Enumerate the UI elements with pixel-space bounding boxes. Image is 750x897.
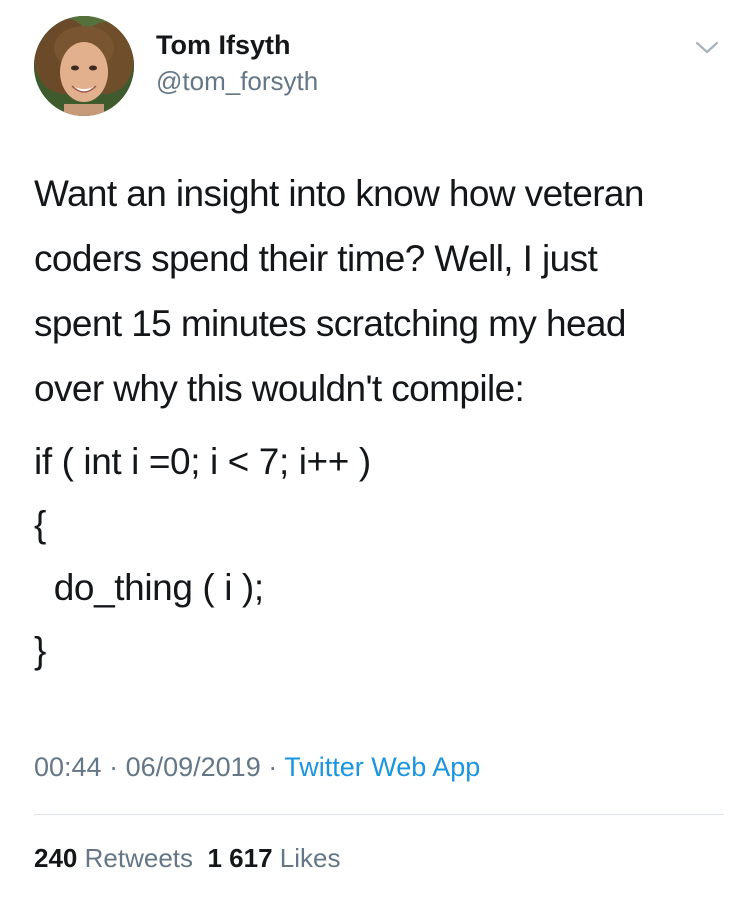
retweets-count: 240 (34, 843, 78, 873)
more-options-button[interactable] (690, 30, 724, 64)
retweets-stat[interactable]: 240 Retweets (34, 843, 193, 873)
meta-separator: · (260, 752, 285, 782)
tweet-text: Want an insight into know how veteran co… (34, 161, 724, 421)
divider (34, 814, 724, 815)
tweet-source-link[interactable]: Twitter Web App (284, 752, 480, 782)
tweet-text-line: coders spend their time? Well, I just (34, 238, 598, 279)
tweet-date[interactable]: 06/09/2019 (126, 752, 261, 782)
avatar[interactable] (34, 16, 134, 116)
code-line: do_thing ( i ); (34, 567, 264, 608)
profile-photo (34, 16, 134, 116)
tweet-timestamp[interactable]: 00:44 (34, 752, 102, 782)
retweets-label: Retweets (84, 843, 194, 873)
chevron-down-icon (695, 41, 719, 54)
tweet-stats: 240 Retweets 1 617 Likes (34, 840, 340, 876)
code-line: if ( int i =0; i < 7; i++ ) (34, 441, 371, 482)
author-display-name[interactable]: Tom Ifsyth (156, 28, 291, 62)
tweet-text-line: Want an insight into know how veteran (34, 173, 644, 214)
author-handle[interactable]: @tom_forsyth (156, 64, 318, 98)
code-line: { (34, 504, 46, 545)
tweet-text-line: spent 15 minutes scratching my head (34, 303, 626, 344)
tweet-text-line: over why this wouldn't compile: (34, 368, 525, 409)
tweet-metadata: 00:44 · 06/09/2019 · Twitter Web App (34, 749, 480, 785)
tweet-code-snippet: if ( int i =0; i < 7; i++ ) { do_thing (… (34, 430, 724, 682)
likes-stat[interactable]: 1 617 Likes (207, 843, 340, 873)
code-line: } (34, 630, 46, 671)
likes-label: Likes (279, 843, 341, 873)
meta-separator: · (101, 752, 126, 782)
likes-count: 1 617 (207, 843, 273, 873)
